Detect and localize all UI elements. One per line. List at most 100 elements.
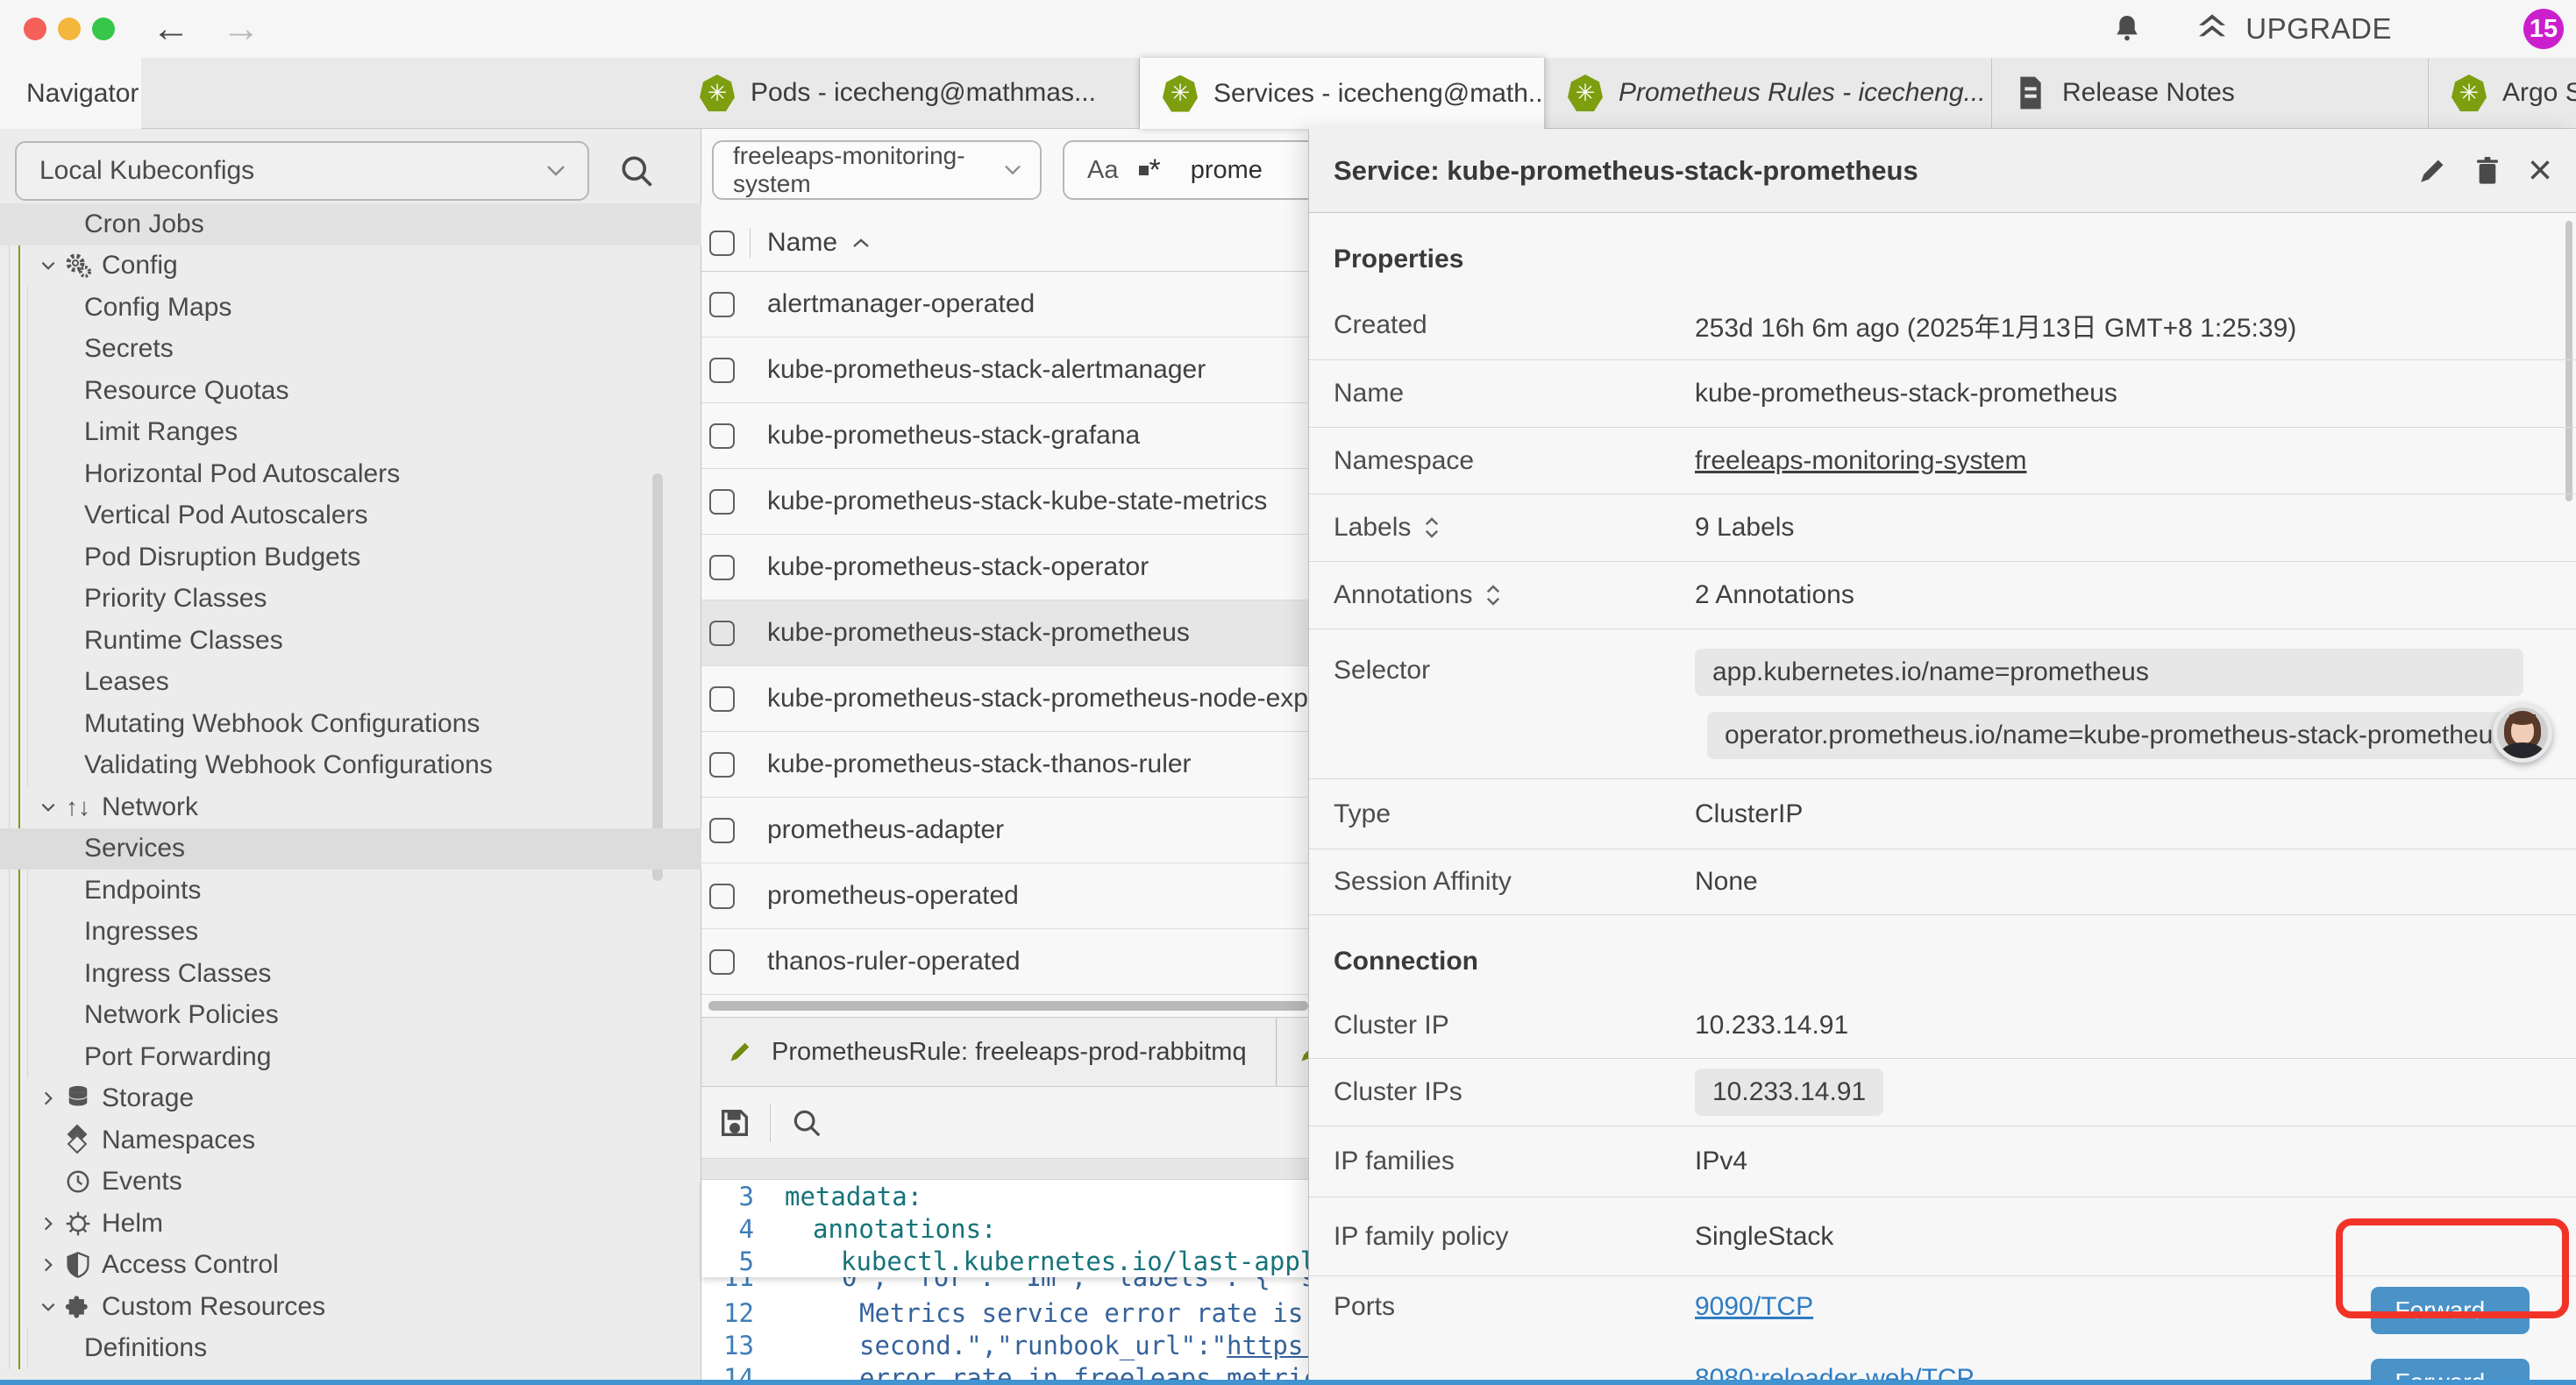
- sidebar-item-pod-disruption-budgets[interactable]: Pod Disruption Budgets: [0, 536, 701, 579]
- expand-collapse-icon[interactable]: [1423, 515, 1441, 541]
- kubeconfig-select[interactable]: Local Kubeconfigs: [15, 141, 589, 201]
- save-icon[interactable]: [717, 1105, 752, 1140]
- forward-arrow-icon[interactable]: →: [222, 10, 260, 48]
- notification-count-badge[interactable]: 15: [2523, 9, 2564, 49]
- detail-row-labels: Labels 9 Labels: [1309, 494, 2576, 562]
- notifications-bell-icon[interactable]: [2110, 11, 2144, 46]
- sidebar-item-ingress-classes[interactable]: Ingress Classes: [0, 953, 701, 995]
- avatar[interactable]: [2493, 703, 2552, 763]
- sidebar-item-port-forwarding[interactable]: Port Forwarding: [0, 1036, 701, 1078]
- row-checkbox[interactable]: [709, 423, 735, 449]
- port-link[interactable]: 9090/TCP: [1695, 1292, 1813, 1322]
- window-zoom-button[interactable]: [92, 18, 115, 40]
- chevron-down-icon[interactable]: [35, 798, 61, 817]
- sidebar-group-network[interactable]: ↑↓ Network: [0, 786, 701, 828]
- sidebar-item-config-maps[interactable]: Config Maps: [0, 287, 701, 329]
- sidebar-group-custom-resources[interactable]: Custom Resources: [0, 1286, 701, 1328]
- tab-label: Services - icecheng@math...: [1213, 79, 1545, 109]
- sort-asc-icon[interactable]: [851, 237, 871, 249]
- kubernetes-icon: ✳: [1163, 75, 1198, 112]
- sidebar-item-vertical-pod-autoscalers[interactable]: Vertical Pod Autoscalers: [0, 495, 701, 537]
- chevron-down-icon: [1001, 162, 1024, 178]
- window-minimize-button[interactable]: [58, 18, 81, 40]
- forward-button[interactable]: Forward...: [2371, 1287, 2530, 1334]
- edit-pencil-icon[interactable]: [2417, 156, 2447, 186]
- chevron-down-icon: [544, 162, 568, 180]
- sidebar-search-icon[interactable]: [617, 152, 656, 190]
- sidebar-item-validating-webhook-configurations[interactable]: Validating Webhook Configurations: [0, 745, 701, 787]
- namespace-link[interactable]: freeleaps-monitoring-system: [1695, 446, 2026, 476]
- row-checkbox[interactable]: [709, 555, 735, 580]
- close-icon[interactable]: ×: [2528, 150, 2552, 192]
- detail-row-ip-families: IP families IPv4: [1309, 1126, 2576, 1197]
- regex-toggle[interactable]: *: [1139, 161, 1160, 179]
- upgrade-button[interactable]: UPGRADE: [2193, 11, 2392, 46]
- sidebar-item-runtime-classes[interactable]: Runtime Classes: [0, 620, 701, 662]
- sidebar-item-secrets[interactable]: Secrets: [0, 329, 701, 371]
- list-search-input[interactable]: Aa * prome: [1063, 140, 1326, 200]
- sidebar-group-storage[interactable]: Storage: [0, 1078, 701, 1120]
- detail-row-cluster-ip: Cluster IP 10.233.14.91: [1309, 992, 2576, 1059]
- editor-tab-prometheusrule[interactable]: PrometheusRule: freeleaps-prod-rabbitmq: [701, 1018, 1277, 1086]
- sidebar-item-endpoints[interactable]: Endpoints: [0, 870, 701, 912]
- tab-release-notes[interactable]: Release Notes: [1992, 58, 2429, 128]
- chevron-right-icon[interactable]: [35, 1255, 61, 1275]
- chevron-right-icon[interactable]: [35, 1089, 61, 1108]
- sidebar-item-namespaces[interactable]: Namespaces: [0, 1119, 701, 1161]
- sidebar-item-resource-quotas[interactable]: Resource Quotas: [0, 370, 701, 412]
- row-checkbox[interactable]: [709, 949, 735, 975]
- sidebar-item-cron-jobs[interactable]: Cron Jobs: [0, 203, 701, 245]
- back-arrow-icon[interactable]: ←: [152, 10, 190, 48]
- sidebar-group-access-control[interactable]: Access Control: [0, 1245, 701, 1287]
- row-checkbox[interactable]: [709, 489, 735, 515]
- chevron-down-icon[interactable]: [35, 1297, 61, 1317]
- selector-chip: app.kubernetes.io/name=prometheus: [1695, 649, 2523, 696]
- row-checkbox[interactable]: [709, 752, 735, 778]
- namespace-select[interactable]: freeleaps-monitoring-system: [712, 140, 1042, 200]
- window-titlebar: ← → UPGRADE 15: [0, 0, 2576, 59]
- name-column-header[interactable]: Name: [767, 228, 837, 258]
- sidebar-item-ingresses[interactable]: Ingresses: [0, 912, 701, 954]
- match-case-toggle[interactable]: Aa: [1087, 156, 1118, 185]
- editor-search-icon[interactable]: [790, 1106, 823, 1140]
- sidebar-item-definitions[interactable]: Definitions: [0, 1328, 701, 1370]
- kubeconfig-select-value: Local Kubeconfigs: [39, 156, 544, 186]
- row-checkbox[interactable]: [709, 292, 735, 317]
- chevron-right-icon[interactable]: [35, 1214, 61, 1233]
- sidebar-item-limit-ranges[interactable]: Limit Ranges: [0, 412, 701, 454]
- row-checkbox[interactable]: [709, 621, 735, 646]
- tab-prometheus-rules[interactable]: ✳ Prometheus Rules - icecheng...: [1545, 58, 1992, 128]
- sidebar-item-network-policies[interactable]: Network Policies: [0, 995, 701, 1037]
- tab-pods[interactable]: ✳ Pods - icecheng@mathmas...: [677, 58, 1140, 128]
- sidebar-group-helm[interactable]: Helm: [0, 1203, 701, 1245]
- helm-wheel-icon: [61, 1210, 95, 1238]
- horizontal-scrollbar[interactable]: [708, 1001, 1308, 1011]
- port-link[interactable]: 8080:reloader-web/TCP: [1695, 1364, 1975, 1380]
- sidebar-item-services[interactable]: Services: [0, 828, 701, 870]
- tab-argo[interactable]: ✳ Argo Se: [2429, 58, 2576, 128]
- connection-section-title: Connection: [1309, 915, 2576, 992]
- row-checkbox[interactable]: [709, 818, 735, 843]
- detail-header: Service: kube-prometheus-stack-prometheu…: [1309, 129, 2576, 213]
- row-checkbox[interactable]: [709, 884, 735, 909]
- tab-services[interactable]: ✳ Services - icecheng@math... ×: [1140, 58, 1545, 129]
- delete-trash-icon[interactable]: [2473, 155, 2501, 187]
- tab-label: Prometheus Rules - icecheng...: [1619, 78, 1986, 108]
- sidebar-item-horizontal-pod-autoscalers[interactable]: Horizontal Pod Autoscalers: [0, 453, 701, 495]
- sidebar-item-leases[interactable]: Leases: [0, 662, 701, 704]
- sidebar-group-config[interactable]: Config: [0, 245, 701, 288]
- select-all-checkbox[interactable]: [709, 231, 735, 256]
- resource-tree: Cron Jobs Config Config Maps Secrets Res…: [0, 203, 701, 1369]
- sidebar-item-events[interactable]: Events: [0, 1161, 701, 1204]
- sidebar-item-priority-classes[interactable]: Priority Classes: [0, 579, 701, 621]
- cluster-ip-chip: 10.233.14.91: [1695, 1069, 1883, 1116]
- chevron-down-icon[interactable]: [35, 256, 61, 275]
- expand-collapse-icon[interactable]: [1484, 582, 1502, 608]
- navigator-tab[interactable]: Navigator: [0, 58, 141, 129]
- row-checkbox[interactable]: [709, 358, 735, 383]
- window-close-button[interactable]: [24, 18, 46, 40]
- tab-label: Pods - icecheng@mathmas...: [751, 78, 1096, 108]
- forward-button[interactable]: Forward...: [2371, 1359, 2530, 1380]
- row-checkbox[interactable]: [709, 686, 735, 712]
- sidebar-item-mutating-webhook-configurations[interactable]: Mutating Webhook Configurations: [0, 703, 701, 745]
